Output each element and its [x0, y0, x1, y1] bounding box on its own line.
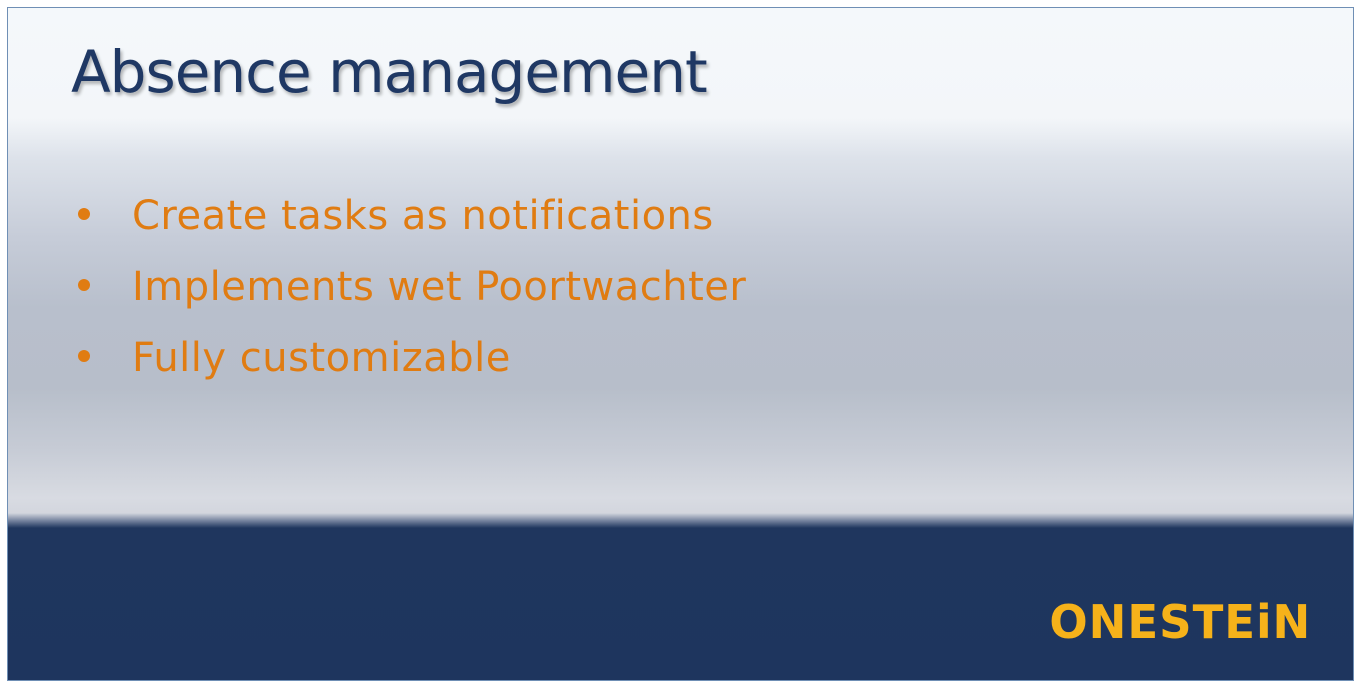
bullet-dot-icon [78, 279, 90, 291]
bullet-text: Fully customizable [132, 335, 511, 381]
slide-title: Absence management [71, 38, 708, 106]
bullet-text: Implements wet Poortwachter [132, 264, 747, 310]
bullet-dot-icon [78, 350, 90, 362]
slide: Absence management Create tasks as notif… [7, 7, 1354, 681]
onestein-logo: ONESTEiN [1049, 595, 1311, 649]
bullet-text: Create tasks as notifications [132, 193, 714, 239]
bullet-dot-icon [78, 208, 90, 220]
